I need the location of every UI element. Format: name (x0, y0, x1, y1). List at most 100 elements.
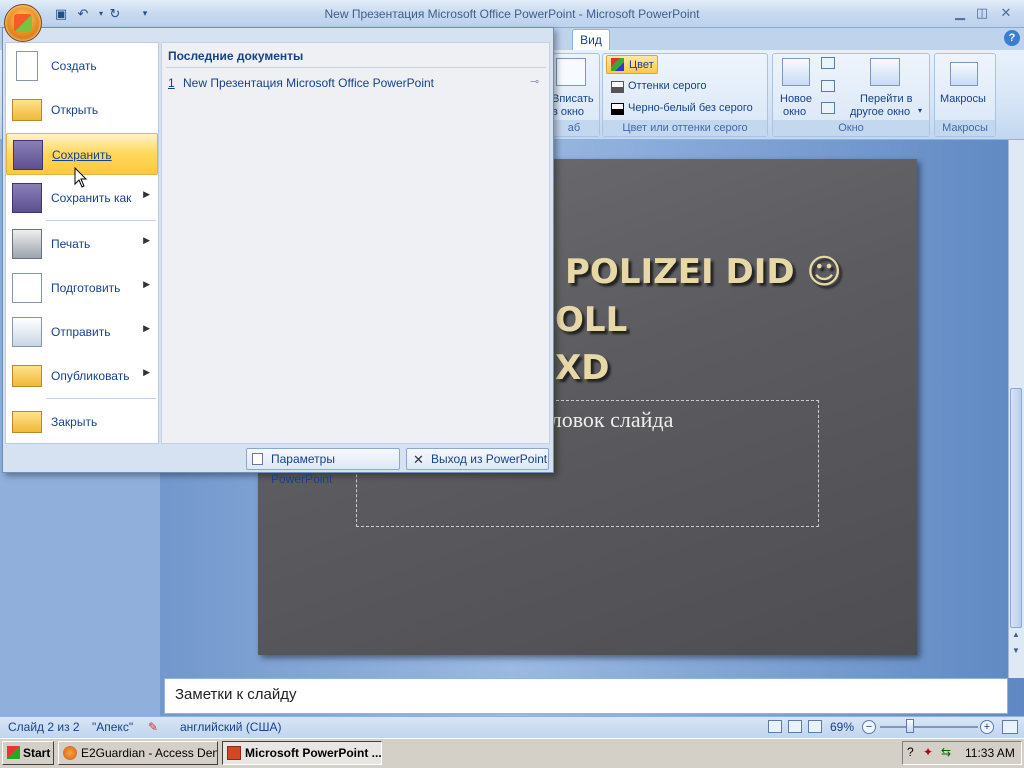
powerpoint-options-button[interactable]: Параметры PowerPoint (246, 448, 400, 486)
exit-powerpoint-button[interactable]: ✕ Выход из PowerPoint (406, 448, 549, 470)
redo-icon[interactable]: ↻ (106, 5, 124, 22)
sorter-view-icon[interactable] (788, 720, 802, 733)
submenu-arrow-icon: ▶ (143, 189, 150, 199)
windows-logo-icon (7, 746, 20, 759)
options-icon (252, 453, 263, 465)
switch-window-dropdown-icon[interactable]: ▾ (918, 106, 922, 115)
subtitle-placeholder[interactable]: оловок слайда (540, 407, 673, 433)
menu-item-print[interactable]: Печать ▶ (6, 223, 158, 265)
new-window-label-2[interactable]: окно (783, 106, 806, 118)
slide-title-line-3[interactable]: XD (555, 348, 609, 388)
minimize-icon[interactable]: ▁ (950, 4, 970, 22)
notes-pane[interactable]: Заметки к слайду (164, 678, 1008, 714)
menu-item-new[interactable]: Создать (6, 45, 158, 87)
switch-window-label-1[interactable]: Перейти в (860, 93, 913, 105)
slide-title-line-2[interactable]: OLL (555, 300, 627, 340)
qat-customize-icon[interactable]: ▾ (136, 5, 154, 22)
menu-separator (46, 398, 156, 399)
fit-window-label-1[interactable]: Вписать (552, 93, 594, 105)
menu-item-send-label: Отправить (51, 325, 111, 339)
menu-item-prepare[interactable]: Подготовить ▶ (6, 267, 158, 309)
help-icon[interactable]: ? (1004, 30, 1020, 46)
save-as-icon (12, 183, 42, 213)
grayscale-icon (611, 81, 624, 93)
slide-counter: Слайд 2 из 2 (8, 720, 80, 734)
maximize-icon[interactable]: ◫ (972, 4, 992, 22)
language-indicator[interactable]: английский (США) (180, 720, 281, 734)
recent-document-item[interactable]: 1 New Презентация Microsoft Office Power… (168, 75, 546, 93)
color-button[interactable]: Цвет (606, 55, 658, 74)
pin-icon[interactable]: ⊸ (530, 75, 539, 88)
zoom-level[interactable]: 69% (830, 720, 854, 734)
office-button[interactable] (4, 4, 42, 42)
macros-button[interactable]: Макросы (940, 93, 986, 105)
notes-placeholder[interactable]: Заметки к слайду (175, 686, 297, 703)
menu-item-open-label: Открыть (51, 103, 99, 117)
printer-icon (12, 229, 42, 259)
prev-slide-icon[interactable]: ▲ (1010, 630, 1022, 644)
exit-powerpoint-label: Выход из PowerPoint (431, 452, 548, 466)
normal-view-icon[interactable] (768, 720, 782, 733)
mouse-cursor-icon (74, 167, 88, 188)
group-scale-label: аб (549, 120, 599, 136)
fit-window-icon (556, 58, 586, 86)
zoom-out-icon[interactable]: − (862, 720, 876, 734)
bw-button[interactable]: Черно-белый без серого (628, 102, 753, 114)
vertical-scroll-thumb[interactable] (1010, 388, 1022, 628)
color-icon (611, 58, 624, 71)
slide-title-line-1[interactable]: POLIZEI DID ☺ (565, 252, 842, 292)
taskbar-item-browser-label: E2Guardian - Access Den... (81, 746, 218, 760)
zoom-slider-thumb[interactable] (906, 719, 914, 733)
menu-item-publish-label: Опубликовать (51, 369, 130, 383)
menu-item-send[interactable]: Отправить ▶ (6, 311, 158, 353)
fit-slide-icon[interactable] (1002, 720, 1018, 734)
new-window-label-1[interactable]: Новое (780, 93, 812, 105)
menu-item-close[interactable]: Закрыть (6, 401, 158, 443)
prepare-document-icon (12, 273, 42, 303)
zoom-slider[interactable] (880, 726, 978, 728)
submenu-arrow-icon: ▶ (143, 235, 150, 245)
slideshow-view-icon[interactable] (808, 720, 822, 733)
powerpoint-options-label: Параметры PowerPoint (271, 452, 335, 486)
help-tray-icon[interactable]: ? (907, 745, 914, 759)
security-tray-icon[interactable]: ✦ (923, 745, 933, 759)
publish-icon (12, 365, 42, 387)
system-tray: ? ✦ ⇆ 11:33 AM (902, 741, 1022, 765)
taskbar-item-browser[interactable]: E2Guardian - Access Den... (58, 741, 218, 765)
save-icon[interactable]: ▣ (52, 5, 70, 22)
exit-icon: ✕ (413, 452, 424, 467)
undo-icon[interactable]: ↶ (74, 5, 92, 22)
fit-window-label-2[interactable]: в окно (552, 106, 584, 118)
menu-item-print-label: Печать (51, 237, 91, 251)
submenu-arrow-icon: ▶ (143, 279, 150, 289)
split-icon[interactable] (821, 102, 835, 114)
close-icon[interactable]: ✕ (996, 4, 1016, 22)
floppy-disk-icon (13, 140, 43, 170)
new-window-icon (782, 58, 810, 86)
group-macros-label: Макросы (935, 120, 995, 136)
grayscale-button[interactable]: Оттенки серого (628, 80, 706, 92)
taskbar-item-powerpoint[interactable]: Microsoft PowerPoint ... (222, 741, 382, 765)
recent-documents-header: Последние документы (168, 49, 304, 63)
switch-window-label-2[interactable]: другое окно (850, 106, 910, 118)
spellcheck-icon[interactable]: ✎ (148, 720, 158, 734)
menu-item-publish[interactable]: Опубликовать ▶ (6, 355, 158, 397)
bw-icon (611, 103, 624, 115)
cascade-icon[interactable] (821, 80, 835, 92)
powerpoint-icon (227, 746, 241, 760)
tab-view[interactable]: Вид (572, 29, 610, 51)
network-tray-icon[interactable]: ⇆ (941, 745, 951, 759)
clock[interactable]: 11:33 AM (965, 746, 1015, 760)
menu-item-save-as-label: Сохранить как (51, 191, 132, 205)
start-button[interactable]: Start (2, 741, 54, 765)
menu-item-open[interactable]: Открыть (6, 89, 158, 131)
macros-icon (950, 62, 978, 86)
close-folder-icon (12, 411, 42, 433)
next-slide-icon[interactable]: ▼ (1010, 646, 1022, 660)
group-window-label: Окно (773, 120, 929, 136)
new-document-icon (16, 51, 38, 81)
taskbar-item-powerpoint-label: Microsoft PowerPoint ... (245, 746, 382, 760)
arrange-all-icon[interactable] (821, 57, 835, 69)
switch-window-icon (870, 58, 900, 86)
zoom-in-icon[interactable]: + (980, 720, 994, 734)
